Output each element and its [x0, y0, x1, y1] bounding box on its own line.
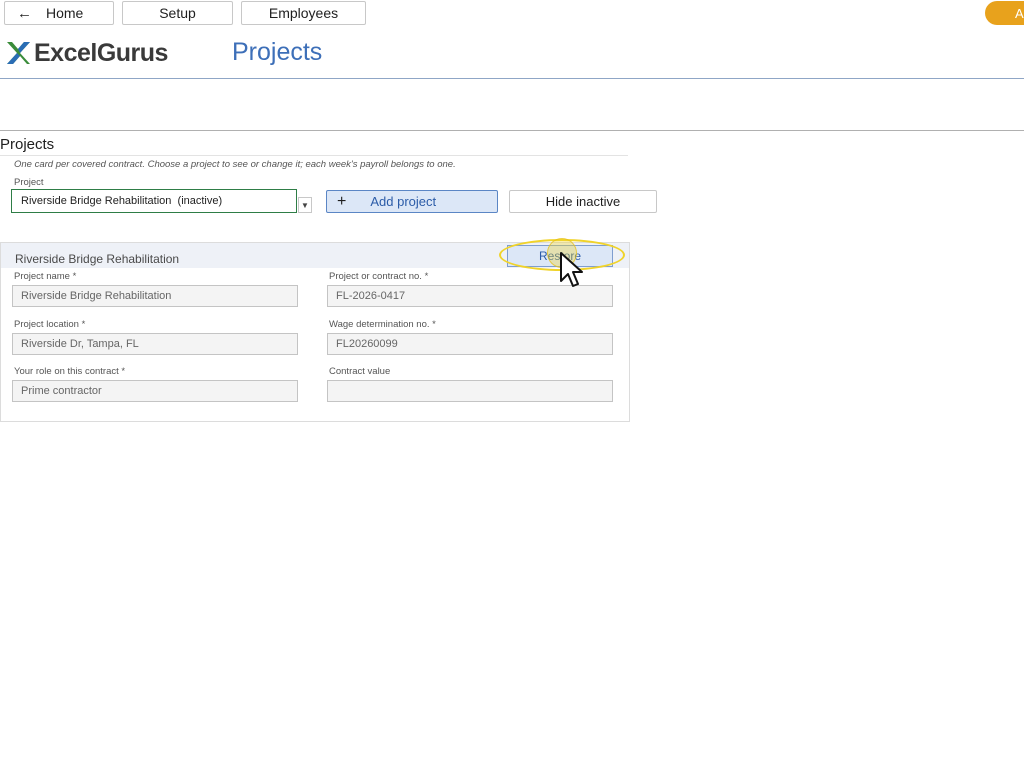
- project-location-field[interactable]: Riverside Dr, Tampa, FL: [12, 333, 298, 355]
- logo-x-icon: [7, 42, 30, 64]
- account-pill-label: A: [1015, 5, 1024, 21]
- wage-determination-field[interactable]: FL20260099: [327, 333, 613, 355]
- page-title: Projects: [232, 38, 323, 66]
- plus-icon: +: [337, 192, 347, 210]
- setup-button[interactable]: Setup: [122, 1, 233, 25]
- employees-button-label: Employees: [268, 5, 339, 21]
- contract-no-value: FL-2026-0417: [336, 290, 406, 302]
- excelgurus-logo: ExcelGurus: [5, 38, 168, 68]
- section-title: Projects: [0, 136, 55, 153]
- card-title: Riverside Bridge Rehabilitation: [15, 252, 180, 266]
- project-select[interactable]: Riverside Bridge Rehabilitation (inactiv…: [11, 189, 297, 213]
- add-project-button[interactable]: + Add project: [326, 190, 498, 213]
- setup-button-label: Setup: [159, 5, 196, 21]
- project-location-label: Project location *: [14, 319, 86, 330]
- project-dropdown-chevron-icon[interactable]: ▼: [298, 197, 312, 213]
- project-name-label: Project name *: [14, 271, 77, 282]
- account-pill-button[interactable]: A: [985, 1, 1024, 25]
- content-divider: [0, 130, 1024, 131]
- section-rule: [0, 155, 628, 156]
- wage-determination-value: FL20260099: [336, 338, 398, 350]
- hide-inactive-button[interactable]: Hide inactive: [509, 190, 657, 213]
- project-name-field[interactable]: Riverside Bridge Rehabilitation: [12, 285, 298, 307]
- role-label: Your role on this contract *: [14, 366, 126, 377]
- wage-determination-label: Wage determination no. *: [329, 319, 436, 330]
- home-button-label: Home: [46, 5, 84, 21]
- project-location-value: Riverside Dr, Tampa, FL: [21, 338, 139, 350]
- contract-no-label: Project or contract no. *: [329, 271, 429, 282]
- project-name-value: Riverside Bridge Rehabilitation: [21, 290, 172, 302]
- header-divider: [0, 78, 1024, 79]
- employees-button[interactable]: Employees: [241, 1, 366, 25]
- add-project-label: Add project: [370, 194, 437, 209]
- hide-inactive-label: Hide inactive: [545, 194, 621, 209]
- project-select-value: Riverside Bridge Rehabilitation (inactiv…: [21, 195, 223, 207]
- section-hint: One card per covered contract. Choose a …: [14, 159, 456, 170]
- role-field[interactable]: Prime contractor: [12, 380, 298, 402]
- project-select-label: Project: [14, 177, 44, 188]
- logo-text: ExcelGurus: [34, 38, 168, 67]
- contract-value-label: Contract value: [329, 366, 391, 377]
- home-button[interactable]: ← Home: [4, 1, 114, 25]
- mouse-pointer-icon: [560, 252, 583, 287]
- back-arrow-icon: ←: [17, 4, 32, 22]
- role-value: Prime contractor: [21, 385, 102, 397]
- contract-value-field[interactable]: [327, 380, 613, 402]
